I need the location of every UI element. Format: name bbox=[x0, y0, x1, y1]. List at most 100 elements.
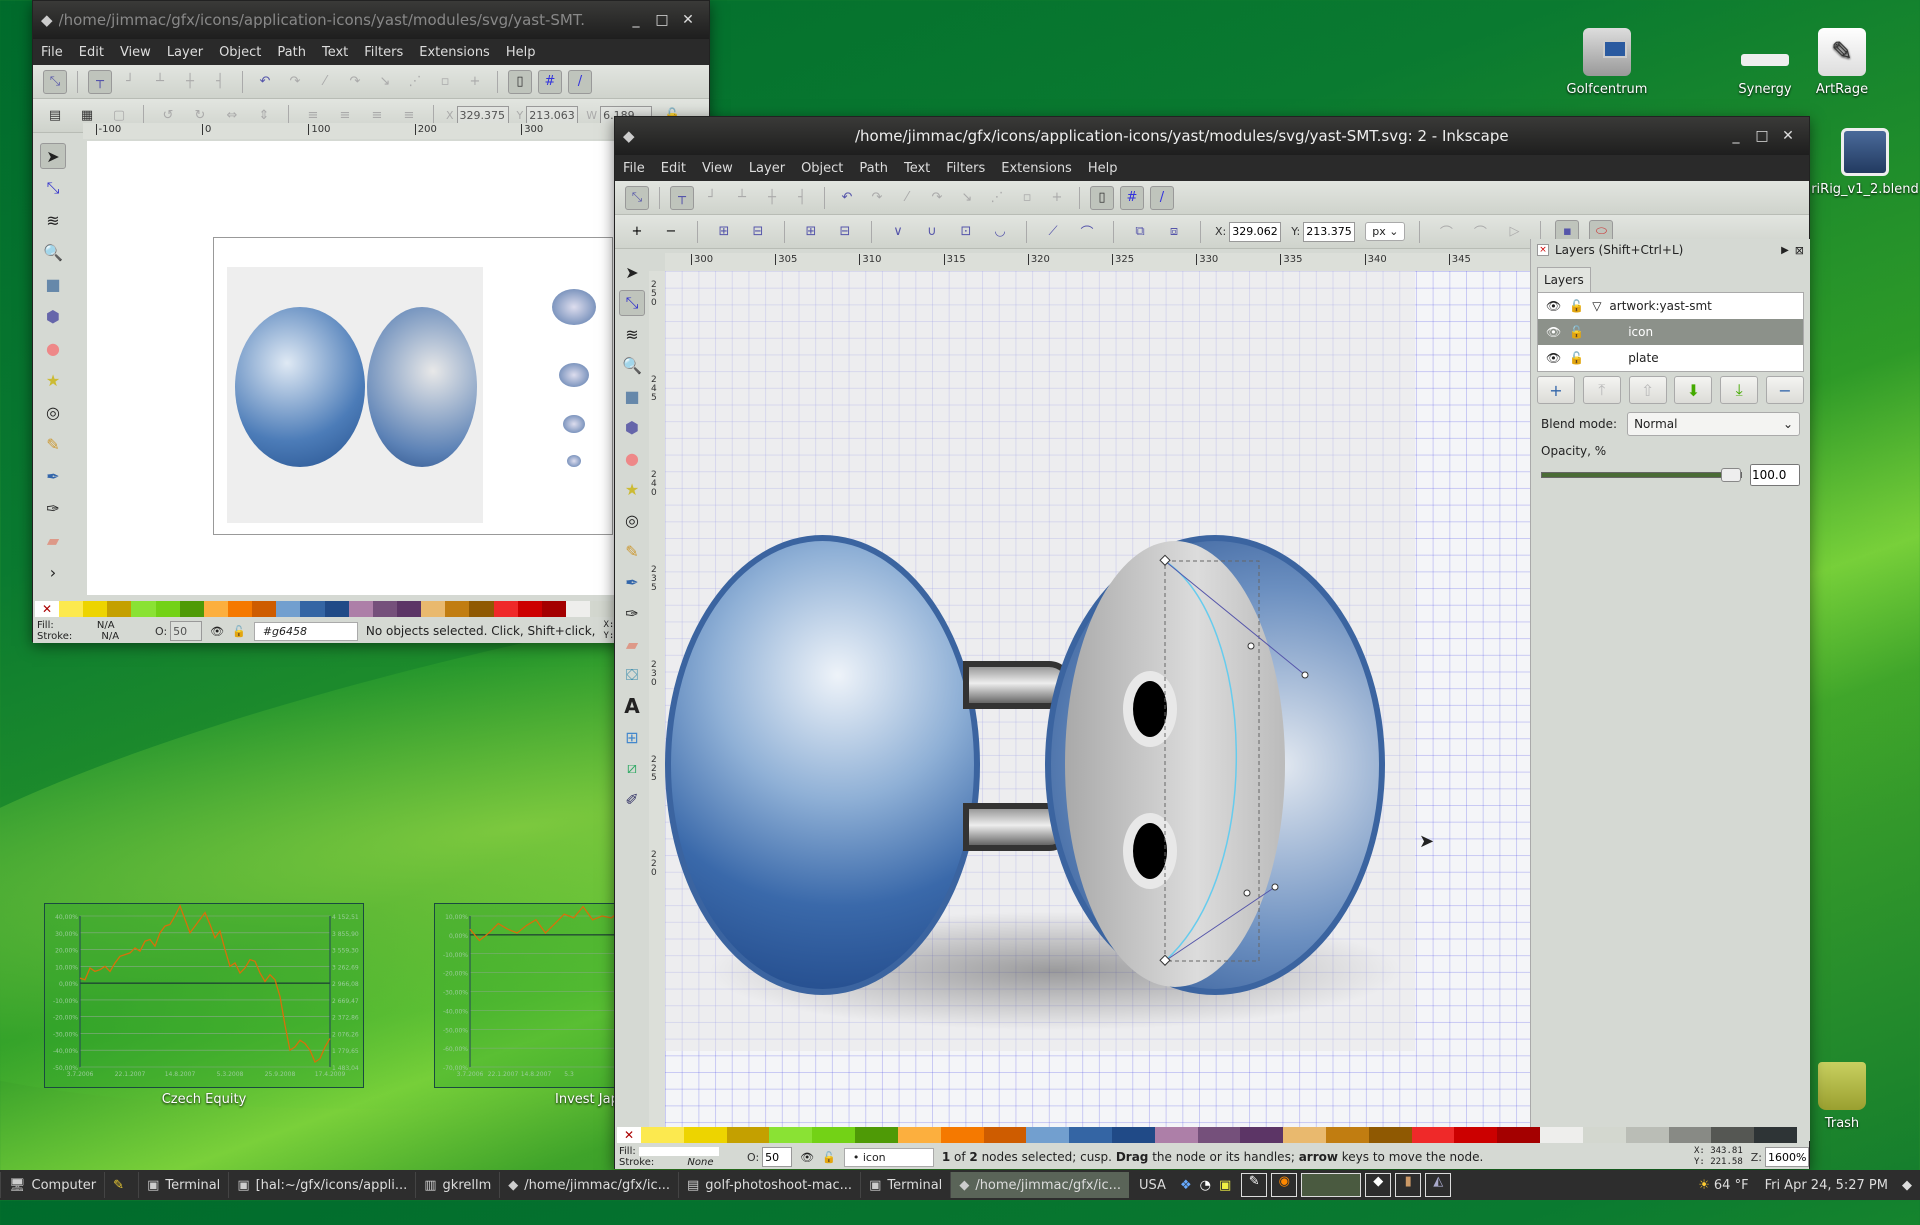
dropper-tool-icon[interactable]: ✐ bbox=[619, 786, 645, 812]
menu-view[interactable]: View bbox=[120, 45, 151, 60]
pen-tool-icon[interactable]: ✒ bbox=[619, 569, 645, 595]
curve-icon[interactable]: ↶ bbox=[835, 186, 859, 210]
color-swatch[interactable] bbox=[983, 1127, 1027, 1143]
text-tool-icon[interactable]: A bbox=[619, 693, 645, 719]
color-swatch[interactable] bbox=[107, 601, 132, 617]
keyboard-layout[interactable]: USA bbox=[1139, 1178, 1166, 1193]
spiral-tool-icon[interactable]: ◎ bbox=[40, 399, 66, 425]
no-paint-swatch[interactable]: ✕ bbox=[617, 1127, 641, 1143]
taskbar-item[interactable]: ◆ /home/jimmac/gfx/ic... bbox=[950, 1172, 1130, 1198]
insert-node-icon[interactable]: ┬ bbox=[670, 185, 694, 210]
curve-icon[interactable]: ⋰ bbox=[985, 186, 1009, 210]
lock-icon[interactable]: 🔓 bbox=[1569, 299, 1584, 313]
color-swatch[interactable] bbox=[1497, 1127, 1541, 1143]
spiral-tool-icon[interactable]: ◎ bbox=[619, 507, 645, 533]
inkscape-window-back[interactable]: ◆ /home/jimmac/gfx/icons/application-ico… bbox=[32, 0, 711, 643]
taskbar-item[interactable]: ◆ /home/jimmac/gfx/ic... bbox=[499, 1172, 678, 1198]
color-swatch[interactable] bbox=[565, 601, 591, 617]
inkscape-window-main[interactable]: ◆ /home/jimmac/gfx/icons/application-ico… bbox=[614, 116, 1810, 1169]
close-button[interactable]: ✕ bbox=[1775, 128, 1801, 144]
zoom-input[interactable] bbox=[1765, 1147, 1809, 1167]
segment-curve-icon[interactable]: ⌒ bbox=[1075, 220, 1099, 244]
color-swatch[interactable] bbox=[1283, 1127, 1326, 1143]
color-swatch[interactable] bbox=[493, 601, 518, 617]
star-tool-icon[interactable]: ★ bbox=[619, 476, 645, 502]
curve-icon[interactable]: ↷ bbox=[865, 186, 889, 210]
menu-help[interactable]: Help bbox=[506, 45, 536, 60]
visibility-icon[interactable]: 👁 bbox=[1546, 325, 1561, 339]
color-swatch[interactable] bbox=[641, 1127, 684, 1143]
color-palette[interactable]: ✕ bbox=[35, 601, 711, 617]
lower-layer-button[interactable]: ⬇ bbox=[1674, 376, 1713, 404]
selector-tool-icon[interactable]: ➤ bbox=[40, 143, 66, 169]
unit-select[interactable]: px ⌄ bbox=[1365, 222, 1406, 241]
weather-text[interactable]: 64 °F bbox=[1714, 1178, 1749, 1193]
node-tool-icon[interactable]: ⤡ bbox=[625, 185, 649, 210]
node-icon[interactable]: ┼ bbox=[178, 70, 202, 94]
title-bar[interactable]: ◆ /home/jimmac/gfx/icons/application-ico… bbox=[33, 1, 709, 39]
menu-extensions[interactable]: Extensions bbox=[1001, 161, 1072, 176]
node-tool-icon[interactable]: ⤡ bbox=[43, 69, 67, 94]
tweak-tool-icon[interactable]: ≋ bbox=[619, 321, 645, 347]
layer-row[interactable]: 👁 🔓 plate bbox=[1538, 345, 1803, 371]
node-icon[interactable]: ┘ bbox=[700, 186, 724, 210]
insert-node-icon[interactable]: + bbox=[625, 220, 649, 244]
box3d-tool-icon[interactable]: ⬢ bbox=[40, 303, 66, 329]
color-swatch[interactable] bbox=[1711, 1127, 1755, 1143]
layer-select[interactable]: • icon bbox=[843, 1147, 934, 1167]
selector-tool-icon[interactable]: ➤ bbox=[619, 259, 645, 285]
color-swatch[interactable] bbox=[227, 601, 253, 617]
layer-name[interactable]: plate bbox=[1628, 351, 1658, 365]
color-swatch[interactable] bbox=[940, 1127, 984, 1143]
visibility-icon[interactable]: 👁 bbox=[210, 625, 224, 638]
break-path-icon[interactable]: ⊟ bbox=[746, 220, 770, 244]
desktop-icon-blend[interactable]: riRig_v1_2.blend bbox=[1800, 128, 1920, 197]
taskbar-item[interactable]: ▣ Terminal bbox=[860, 1172, 950, 1198]
color-swatch[interactable] bbox=[445, 601, 470, 617]
menu-help[interactable]: Help bbox=[1088, 161, 1118, 176]
layer-name[interactable]: artwork:yast-smt bbox=[1609, 299, 1711, 313]
curve-icon[interactable]: ⁄ bbox=[313, 70, 337, 94]
menu-view[interactable]: View bbox=[702, 161, 733, 176]
zoom-tool-icon[interactable]: 🔍 bbox=[40, 239, 66, 265]
page-icon[interactable]: ▯ bbox=[1090, 185, 1114, 210]
color-swatch[interactable] bbox=[252, 601, 277, 617]
desktop-icon-artrage[interactable]: ✎ ArtRage bbox=[1787, 28, 1897, 97]
color-swatch[interactable] bbox=[372, 601, 397, 617]
vertical-ruler[interactable]: 250 245 240 235 230 225 220 bbox=[649, 271, 665, 1141]
join-nodes-icon[interactable]: ⊞ bbox=[712, 220, 736, 244]
taskbar-item[interactable]: ✎ bbox=[104, 1172, 138, 1198]
color-swatch[interactable] bbox=[1026, 1127, 1070, 1143]
menu-path[interactable]: Path bbox=[277, 45, 306, 60]
color-palette[interactable]: ✕ bbox=[617, 1127, 1797, 1143]
color-swatch[interactable] bbox=[1582, 1127, 1626, 1143]
grid-icon[interactable]: # bbox=[538, 69, 562, 94]
fill-stroke-indicator[interactable]: Fill: Stroke: None bbox=[619, 1146, 739, 1168]
blend-mode-select[interactable]: Normal ⌄ bbox=[1627, 412, 1800, 436]
visibility-icon[interactable]: 👁 bbox=[1546, 351, 1561, 365]
menu-edit[interactable]: Edit bbox=[79, 45, 104, 60]
color-swatch[interactable] bbox=[203, 601, 228, 617]
menu-object[interactable]: Object bbox=[219, 45, 261, 60]
curve-icon[interactable]: ↘ bbox=[373, 70, 397, 94]
visibility-icon[interactable]: 👁 bbox=[800, 1151, 814, 1164]
menu-object[interactable]: Object bbox=[801, 161, 843, 176]
canvas[interactable] bbox=[87, 141, 647, 595]
color-swatch[interactable] bbox=[348, 601, 373, 617]
dropbox-icon[interactable]: ❖ bbox=[1180, 1178, 1192, 1193]
y-input[interactable] bbox=[1303, 221, 1356, 242]
curve-icon[interactable]: ↘ bbox=[955, 186, 979, 210]
star-tool-icon[interactable]: ★ bbox=[40, 367, 66, 393]
segment-line-icon[interactable]: ⟋ bbox=[1041, 220, 1065, 244]
desktop-icon-golfcentrum[interactable]: Golfcentrum bbox=[1552, 28, 1662, 97]
raise-layer-top-button[interactable]: ⤒ bbox=[1582, 376, 1621, 404]
workspace-pager[interactable]: ✎ ◉ ◆ ▮ ◭ bbox=[1241, 1173, 1452, 1197]
color-swatch[interactable] bbox=[897, 1127, 941, 1143]
menu-file[interactable]: File bbox=[41, 45, 63, 60]
rect-tool-icon[interactable]: ■ bbox=[40, 271, 66, 297]
monitor-icon[interactable]: ▣ bbox=[1219, 1178, 1231, 1193]
symmetric-node-icon[interactable]: ⊡ bbox=[954, 220, 978, 244]
no-paint-swatch[interactable]: ✕ bbox=[35, 601, 59, 617]
color-swatch[interactable] bbox=[1411, 1127, 1455, 1143]
menu-edit[interactable]: Edit bbox=[661, 161, 686, 176]
